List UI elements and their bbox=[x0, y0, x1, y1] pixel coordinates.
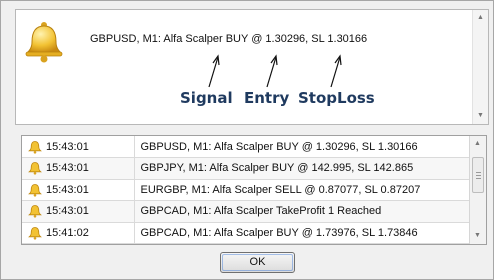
log-message-cell: GBPUSD, M1: Alfa Scalper BUY @ 1.30296, … bbox=[134, 136, 470, 158]
log-time-cell: 15:41:02 bbox=[22, 222, 135, 244]
log-time: 15:43:01 bbox=[46, 140, 89, 153]
scroll-down-arrow-icon[interactable]: ▼ bbox=[473, 108, 488, 124]
scroll-up-arrow-icon[interactable]: ▲ bbox=[470, 136, 485, 152]
signal-annotation: Signal bbox=[180, 89, 233, 107]
log-row[interactable]: 15:43:01 EURGBP, M1: Alfa Scalper SELL @ … bbox=[22, 179, 470, 201]
alert-message-text: GBPUSD, M1: Alfa Scalper BUY @ 1.30296, … bbox=[90, 33, 368, 45]
log-scrollbar[interactable]: ▲ ▼ bbox=[469, 136, 486, 244]
ok-button[interactable]: OK bbox=[220, 252, 295, 273]
log-time-cell: 15:43:01 bbox=[22, 200, 135, 223]
bell-icon bbox=[25, 22, 63, 63]
bell-icon bbox=[28, 140, 42, 154]
scroll-down-arrow-icon[interactable]: ▼ bbox=[470, 228, 485, 244]
log-time-cell: 15:43:01 bbox=[22, 136, 135, 158]
log-message-cell: GBPCAD, M1: Alfa Scalper TakeProfit 1 Re… bbox=[134, 200, 470, 223]
log-row[interactable]: 15:43:01 GBPJPY, M1: Alfa Scalper BUY @ 1… bbox=[22, 157, 470, 180]
log-time: 15:43:01 bbox=[46, 183, 89, 196]
log-row[interactable]: 15:43:01 GBPCAD, M1: Alfa Scalper TakePro… bbox=[22, 200, 470, 223]
stoploss-arrow bbox=[330, 54, 342, 88]
log-message-cell: EURGBP, M1: Alfa Scalper SELL @ 0.87077,… bbox=[134, 179, 470, 201]
log-time-cell: 15:43:01 bbox=[22, 179, 135, 201]
signal-arrow bbox=[208, 54, 220, 88]
alert-message-panel: GBPUSD, M1: Alfa Scalper BUY @ 1.30296, … bbox=[15, 9, 489, 125]
message-scrollbar[interactable]: ▲ ▼ bbox=[472, 10, 488, 124]
entry-arrow bbox=[266, 54, 278, 88]
alert-dialog: GBPUSD, M1: Alfa Scalper BUY @ 1.30296, … bbox=[0, 0, 494, 280]
bell-icon bbox=[28, 205, 42, 218]
scrollbar-thumb[interactable] bbox=[472, 157, 484, 193]
alert-log-table: 15:43:01 GBPUSD, M1: Alfa Scalper BUY @ 1… bbox=[22, 136, 470, 244]
log-row[interactable]: 15:43:01 GBPUSD, M1: Alfa Scalper BUY @ 1… bbox=[22, 136, 470, 158]
log-message-cell: GBPCAD, M1: Alfa Scalper BUY @ 1.73976, … bbox=[134, 222, 470, 244]
log-row[interactable]: 15:41:02 GBPCAD, M1: Alfa Scalper BUY @ 1… bbox=[22, 222, 470, 244]
bell-icon bbox=[28, 183, 42, 197]
log-message-cell: GBPJPY, M1: Alfa Scalper BUY @ 142.995, … bbox=[134, 157, 470, 180]
scroll-up-arrow-icon[interactable]: ▲ bbox=[473, 10, 488, 26]
log-time: 15:41:02 bbox=[46, 226, 89, 239]
alert-log-list: 15:43:01 GBPUSD, M1: Alfa Scalper BUY @ 1… bbox=[21, 135, 487, 245]
bell-icon bbox=[28, 162, 42, 175]
stoploss-annotation: StopLoss bbox=[298, 89, 375, 107]
log-time-cell: 15:43:01 bbox=[22, 157, 135, 180]
log-time: 15:43:01 bbox=[46, 162, 89, 175]
log-time: 15:43:01 bbox=[46, 205, 89, 218]
entry-annotation: Entry bbox=[244, 89, 290, 107]
bell-icon bbox=[28, 226, 42, 240]
